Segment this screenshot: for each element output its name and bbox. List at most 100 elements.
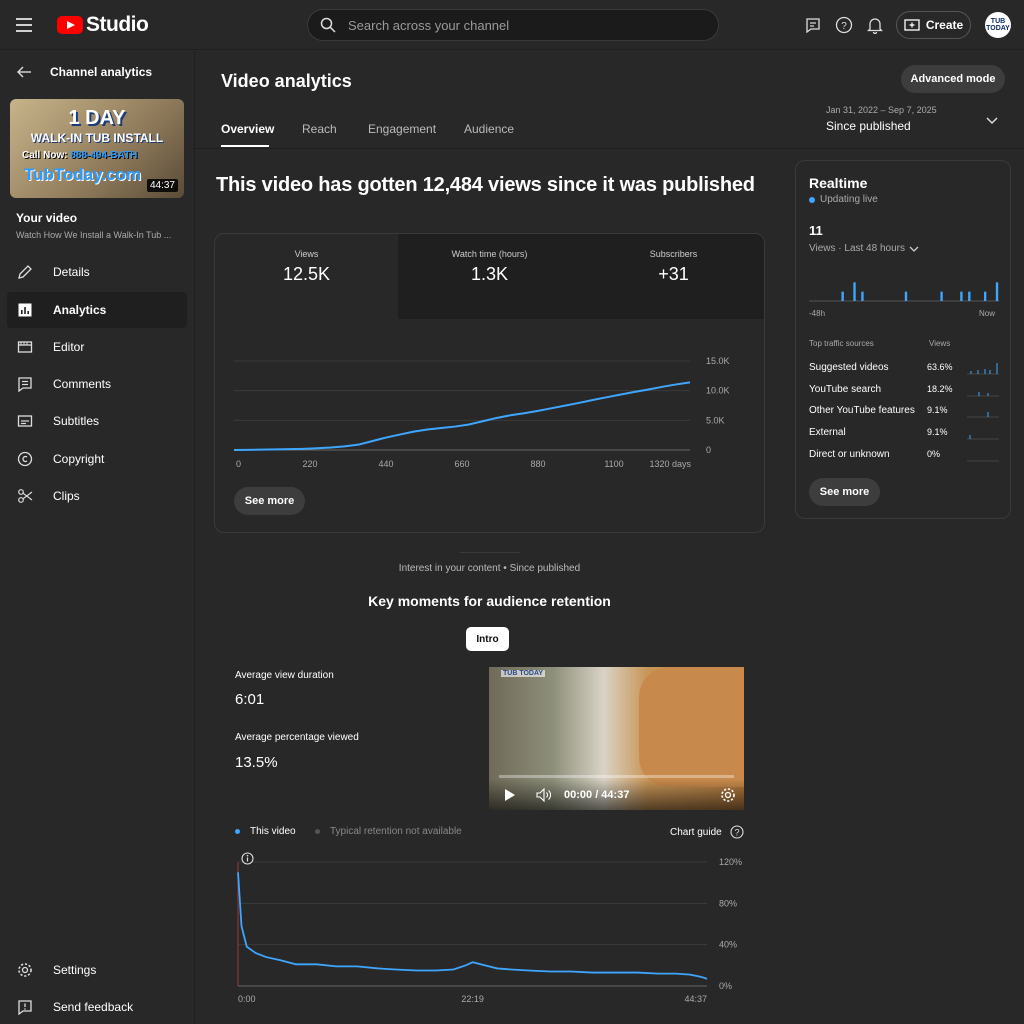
views-headline: This video has gotten 12,484 views since… [216,174,755,196]
realtime-views-dropdown[interactable]: Views · Last 48 hours [809,243,919,254]
realtime-bar [904,291,908,301]
player-time: 00:00 / 44:37 [564,789,630,801]
tab-overview[interactable]: Overview [221,122,274,136]
metric-views[interactable]: Views 12.5K [215,234,398,319]
sidebar-item-send-feedback[interactable]: Send feedback [7,989,187,1024]
add-video-icon [904,19,920,31]
date-range[interactable]: Jan 31, 2022 – Sep 7, 2025 [826,105,937,115]
realtime-bar-chart [809,282,999,302]
tab-engagement[interactable]: Engagement [368,122,436,136]
legend-label: Typical retention not available [330,826,462,837]
traffic-source-row[interactable]: Direct or unknown 0% [809,449,999,465]
info-icon[interactable] [241,852,254,865]
active-tab-indicator [221,145,269,147]
player-progress-bar[interactable] [499,775,734,778]
live-dot-icon [809,196,815,203]
traffic-sparkline [967,460,999,462]
back-to-channel-analytics[interactable]: Channel analytics [16,65,152,79]
traffic-source-pct: 18.2% [927,384,953,394]
sidebar-item-copyright[interactable]: Copyright [7,441,187,477]
notifications-bell-icon[interactable] [864,14,886,36]
sidebar-item-subtitles[interactable]: Subtitles [7,403,187,439]
intro-chip[interactable]: Intro [466,627,509,651]
realtime-bar [940,291,943,301]
hamburger-menu-icon[interactable] [16,14,38,36]
x-tick-label: 0:00 [238,994,256,1004]
traffic-source-row[interactable]: External 9.1% [809,427,999,443]
x-tick-label: 1320 days [649,459,691,469]
realtime-views-label: Views · Last 48 hours [809,243,905,254]
y-tick-label: 15.0K [706,356,730,366]
sidebar-item-editor[interactable]: Editor [7,329,187,365]
feedback-icon[interactable] [802,14,824,36]
youtube-logo-icon [57,16,83,34]
legend-this-video: This video [235,826,296,837]
thumb-line3: Call Now: 888-494-BATH [22,150,137,161]
tab-audience[interactable]: Audience [464,122,514,136]
search-input[interactable] [348,17,678,33]
y-tick-label: 80% [719,898,737,908]
search-bar[interactable] [307,9,719,41]
x-tick-label: 44:37 [684,994,707,1004]
interest-label: Interest in your content • Since publish… [398,563,581,574]
realtime-bar [983,291,987,301]
y-tick-label: 5.0K [706,415,725,425]
traffic-views-header: Views [929,339,951,348]
svg-text:?: ? [734,828,739,838]
chevron-down-icon[interactable] [985,114,999,128]
gear-icon [18,963,32,977]
create-button[interactable]: Create [896,11,971,39]
sidebar-item-label: Comments [53,377,112,391]
sidebar-item-label: Editor [53,340,85,354]
video-thumbnail[interactable]: 1 DAY WALK-IN TUB INSTALL Call Now: 888-… [10,99,184,198]
metric-value: 12.5K [282,264,331,284]
sidebar-item-analytics[interactable]: Analytics [7,292,187,328]
x-tick-label: 660 [454,459,469,469]
y-tick-label: 40% [719,940,737,950]
help-icon[interactable]: ? [833,14,855,36]
realtime-see-more-button[interactable]: See more [809,478,880,506]
traffic-source-row[interactable]: Suggested videos 63.6% [809,362,999,378]
realtime-status: Updating live [809,194,878,205]
traffic-sparkline [967,392,999,397]
subtitles-icon [17,415,33,427]
help-icon: ? [730,825,744,839]
realtime-title: Realtime [809,175,868,191]
sidebar-item-comments[interactable]: Comments [7,366,187,402]
sidebar-item-clips[interactable]: Clips [7,478,187,514]
thumb-call-text: Call Now: [22,150,71,161]
traffic-source-name: External [809,427,846,438]
legend-dot-icon [235,829,240,834]
tab-reach[interactable]: Reach [302,122,337,136]
avg-percentage-viewed-value: 13.5% [235,754,278,771]
volume-icon[interactable] [536,788,552,802]
traffic-source-row[interactable]: YouTube search 18.2% [809,384,999,400]
gear-icon[interactable] [720,787,736,803]
play-icon[interactable] [504,788,516,802]
traffic-sources-header: Top traffic sources [809,339,874,348]
studio-logo[interactable]: Studio [57,13,149,37]
back-arrow-icon [17,66,31,78]
metric-value: 1.3K [470,264,509,284]
video-player[interactable]: TUB TODAY 00:00 / 44:37 [489,667,744,810]
pencil-icon [18,265,32,279]
thumb-phone: 888-494-BATH [70,150,138,161]
see-more-button[interactable]: See more [234,487,305,515]
traffic-source-name: Other YouTube features [809,405,915,416]
metric-subscribers[interactable]: Subscribers +31 [581,234,764,319]
y-tick-label: 120% [719,857,742,867]
chart-guide-button[interactable]: Chart guide? [670,825,744,839]
avatar[interactable]: TUB TODAY [985,12,1011,38]
realtime-bar [995,282,999,301]
sidebar-item-settings[interactable]: Settings [7,952,187,988]
advanced-mode-button[interactable]: Advanced mode [901,65,1005,93]
realtime-axis-end: Now [979,309,996,318]
thumb-duration: 44:37 [146,179,178,192]
x-tick-label: 1100 [604,459,623,469]
traffic-source-row[interactable]: Other YouTube features 9.1% [809,405,999,421]
sidebar-item-details[interactable]: Details [7,254,187,290]
retention-series-line [237,872,708,980]
svg-text:?: ? [841,21,847,32]
metric-watch-time[interactable]: Watch time (hours) 1.3K [398,234,581,319]
date-range-label[interactable]: Since published [826,119,911,133]
